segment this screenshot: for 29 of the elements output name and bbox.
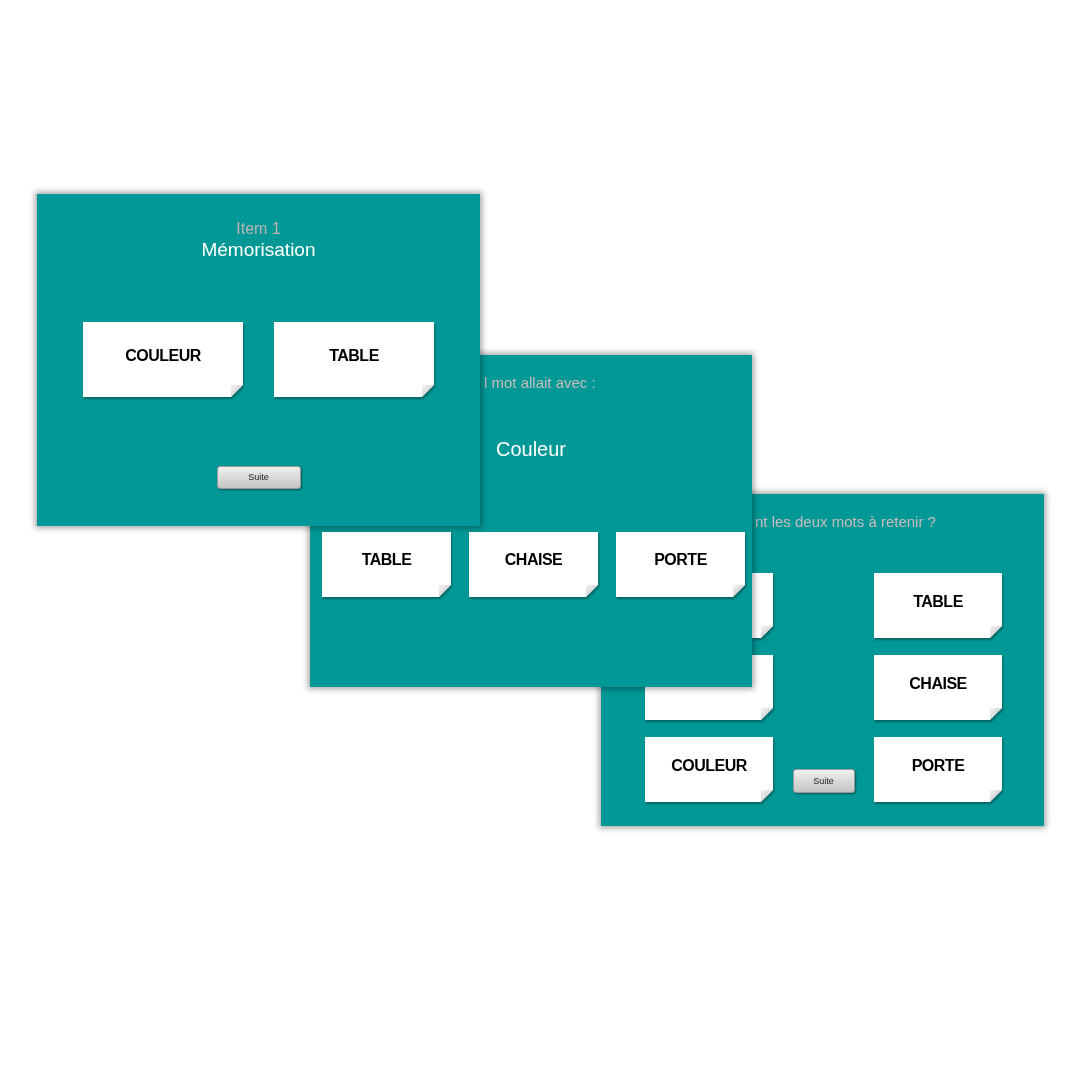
prompt-word: Couleur <box>495 437 566 461</box>
word-card[interactable]: CHAISE <box>469 532 598 597</box>
folded-corner-icon <box>231 385 243 397</box>
word-card[interactable]: COULEUR <box>645 737 773 802</box>
card-word: TABLE <box>329 346 379 366</box>
item-number: Item 1 <box>236 219 281 239</box>
question-text: l mot allait avec : <box>484 374 596 392</box>
folded-corner-icon <box>990 790 1002 802</box>
next-button[interactable]: Suite <box>792 769 855 793</box>
card-word: COULEUR <box>125 346 201 366</box>
folded-corner-icon <box>761 790 773 802</box>
next-button[interactable]: Suite <box>216 466 301 489</box>
folded-corner-icon <box>990 626 1002 638</box>
folded-corner-icon <box>761 626 773 638</box>
word-card[interactable]: TABLE <box>874 573 1002 638</box>
word-card[interactable]: PORTE <box>874 737 1002 802</box>
folded-corner-icon <box>586 585 598 597</box>
folded-corner-icon <box>733 585 745 597</box>
word-card[interactable]: PORTE <box>616 532 745 597</box>
slide-title: Mémorisation <box>201 239 316 261</box>
folded-corner-icon <box>439 585 451 597</box>
folded-corner-icon <box>422 385 434 397</box>
folded-corner-icon <box>990 708 1002 720</box>
question-text: nt les deux mots à retenir ? <box>755 513 936 531</box>
card-edge[interactable] <box>752 573 773 638</box>
folded-corner-icon <box>761 708 773 720</box>
word-card[interactable]: CHAISE <box>874 655 1002 720</box>
word-card[interactable]: TABLE <box>322 532 451 597</box>
word-card[interactable] <box>645 685 773 720</box>
